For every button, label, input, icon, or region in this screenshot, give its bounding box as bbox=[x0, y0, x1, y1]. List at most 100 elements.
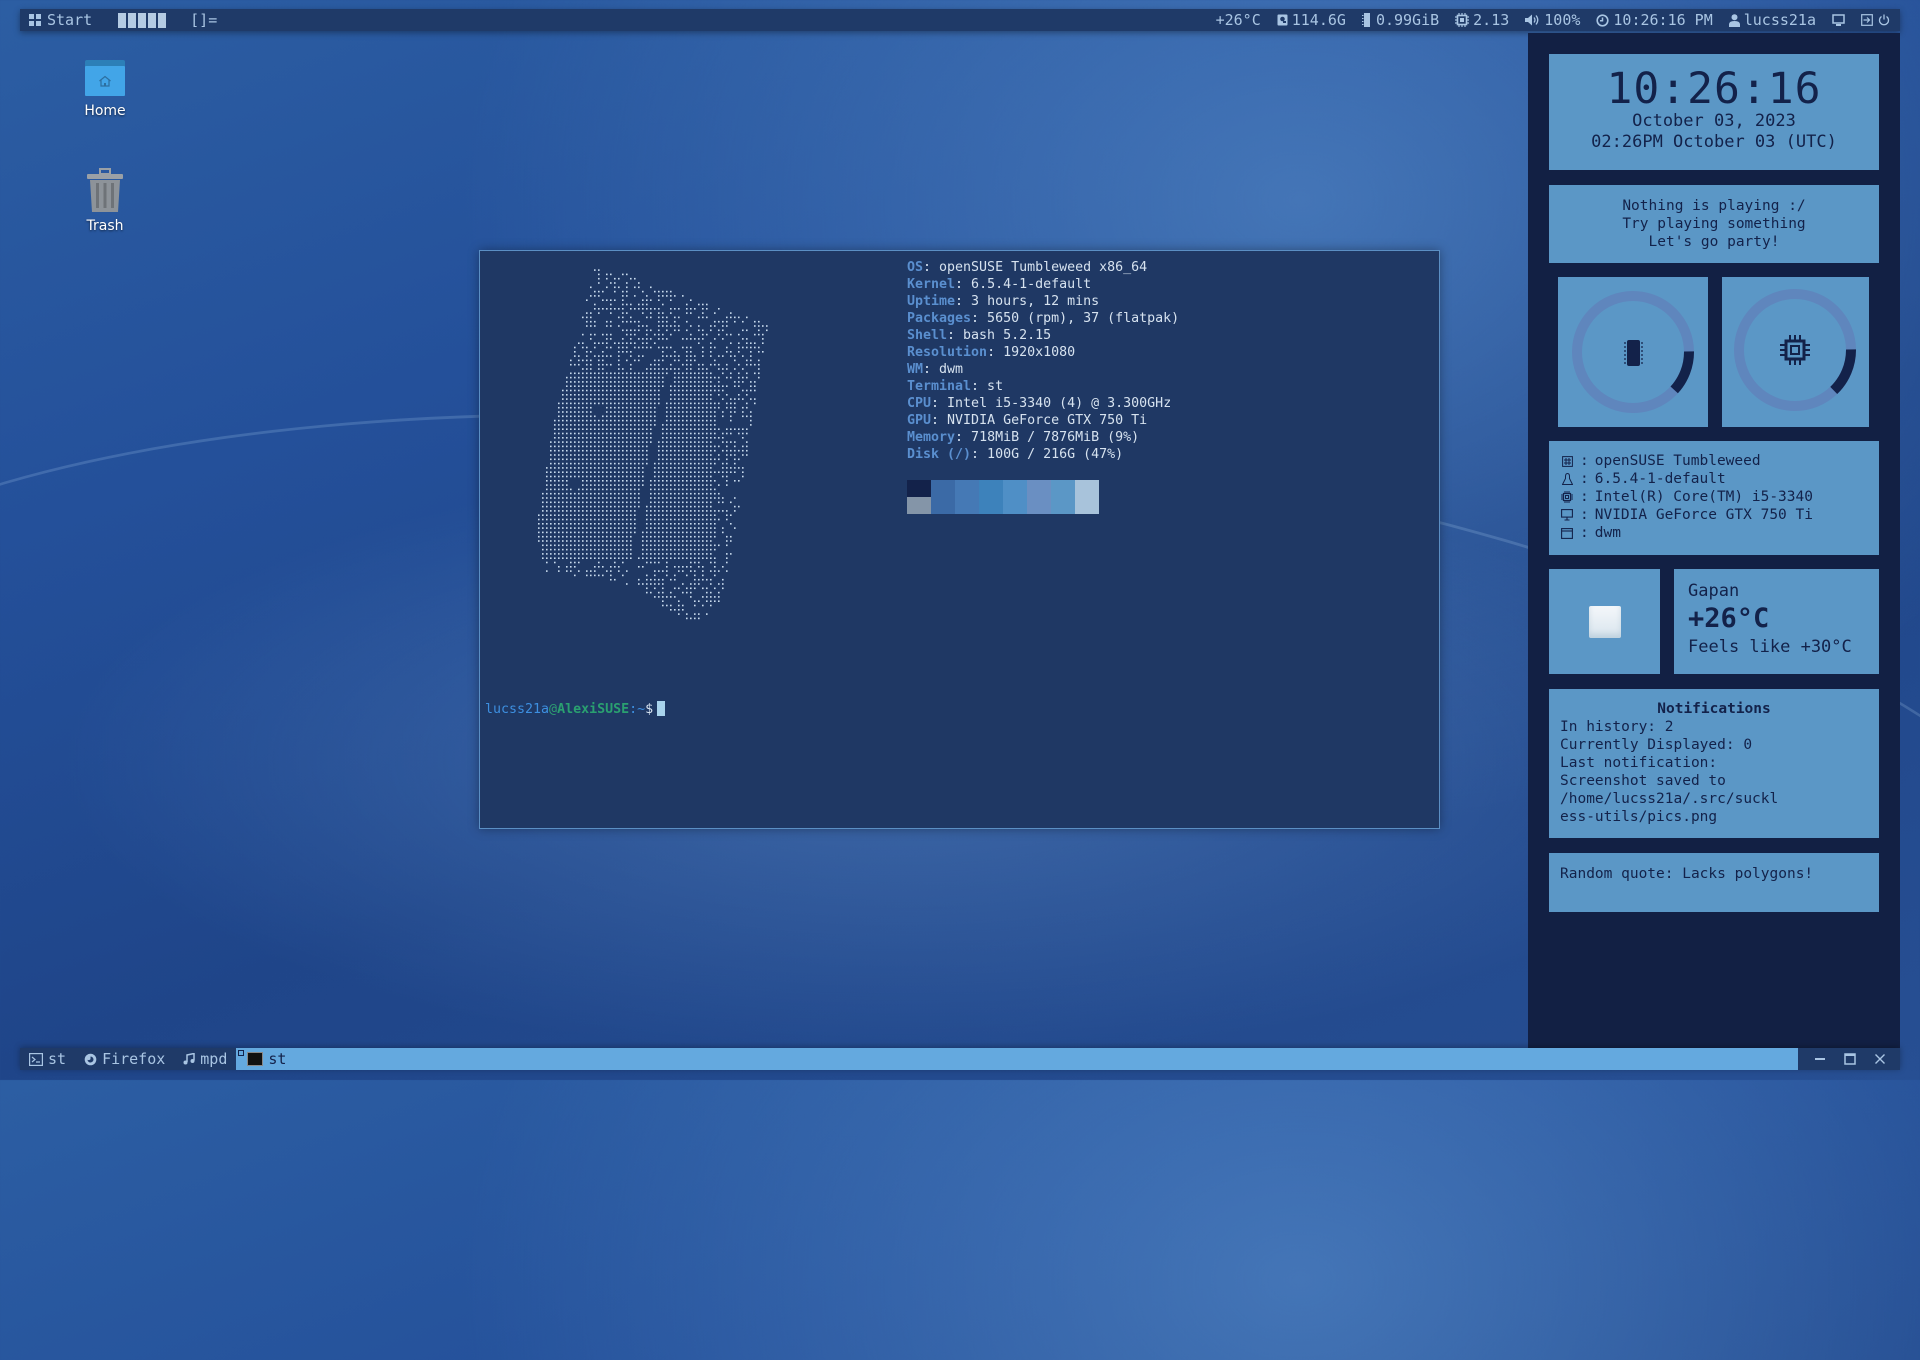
fetch-value: : st bbox=[971, 379, 1004, 394]
sysinfo-cpu: Intel(R) Core(TM) i5-3340 bbox=[1594, 489, 1813, 505]
system-info-widget: : openSUSE Tumbleweed : 6.5.4-1-default … bbox=[1549, 441, 1879, 555]
disk-value: 114.6G bbox=[1291, 11, 1346, 29]
notification-line: In history: 2 bbox=[1560, 719, 1674, 735]
random-quote: Random quote: Lacks polygons! bbox=[1560, 866, 1814, 882]
layout-indicator[interactable]: []= bbox=[190, 11, 217, 29]
window-controls bbox=[1798, 1048, 1900, 1070]
clock-widget: 10:26:16 October 03, 2023 02:26PM Octobe… bbox=[1549, 54, 1879, 170]
tag-4[interactable] bbox=[148, 12, 157, 28]
status-cpu: 2.13 bbox=[1455, 11, 1509, 29]
task-firefox[interactable]: Firefox bbox=[75, 1048, 174, 1070]
color-palette bbox=[907, 480, 1099, 514]
tag-1[interactable] bbox=[118, 12, 127, 28]
fetch-value: : 3 hours, 12 mins bbox=[955, 294, 1100, 309]
fetch-line: CPU: Intel i5-3340 (4) @ 3.300GHz bbox=[907, 395, 1179, 412]
logout-icon[interactable] bbox=[1861, 14, 1873, 26]
user-icon bbox=[1728, 13, 1740, 27]
notification-line: Currently Displayed: 0 bbox=[1560, 737, 1753, 753]
cpu-icon bbox=[1780, 335, 1810, 365]
trash-icon bbox=[87, 168, 123, 212]
power-icon[interactable] bbox=[1878, 14, 1890, 26]
desktop-icon-home[interactable]: Home bbox=[60, 60, 150, 119]
tag-2[interactable] bbox=[128, 12, 137, 28]
memory-chip-icon bbox=[1624, 340, 1643, 366]
palette-swatch bbox=[979, 480, 1003, 497]
username: lucss21a bbox=[1743, 11, 1816, 29]
linux-tux-icon bbox=[1560, 472, 1574, 486]
volume-icon bbox=[1525, 14, 1540, 26]
tag-5[interactable] bbox=[158, 12, 167, 28]
quote-widget: Random quote: Lacks polygons! bbox=[1549, 853, 1879, 912]
music-widget[interactable]: Nothing is playing :/ Try playing someth… bbox=[1549, 185, 1879, 263]
shell-prompt[interactable]: lucss21a@AlexiSUSE:~$ bbox=[485, 701, 666, 717]
notifications-title: Notifications bbox=[1657, 701, 1771, 717]
fetch-key: GPU bbox=[907, 413, 932, 428]
fetch-value: : NVIDIA GeForce GTX 750 Ti bbox=[931, 413, 1148, 428]
fetch-line: Uptime: 3 hours, 12 mins bbox=[907, 293, 1179, 310]
palette-swatch bbox=[1027, 497, 1051, 514]
palette-swatch bbox=[1003, 497, 1027, 514]
display-icon[interactable] bbox=[1832, 13, 1845, 27]
fetch-key: Uptime bbox=[907, 294, 956, 309]
text-cursor bbox=[657, 701, 666, 716]
home-folder-icon bbox=[85, 60, 125, 96]
cpu-icon bbox=[1455, 13, 1470, 27]
palette-swatch bbox=[979, 497, 1003, 514]
desktop-icon-trash[interactable]: Trash bbox=[60, 168, 150, 234]
monitor-icon bbox=[1560, 509, 1574, 521]
task-st[interactable]: st bbox=[20, 1048, 75, 1070]
notification-line: Screenshot saved to bbox=[1560, 773, 1726, 789]
status-clock: 10:26:16 PM bbox=[1596, 11, 1713, 29]
terminal-icon bbox=[29, 1052, 43, 1066]
distro-icon bbox=[1560, 455, 1574, 467]
fetch-value: : Intel i5-3340 (4) @ 3.300GHz bbox=[931, 396, 1172, 411]
close-button[interactable] bbox=[1874, 1053, 1886, 1065]
fetch-key: WM bbox=[907, 362, 924, 377]
fetch-value: : 6.5.4-1-default bbox=[955, 277, 1092, 292]
sysinfo-row: : dwm bbox=[1560, 524, 1879, 542]
music-line: Let's go party! bbox=[1648, 234, 1780, 250]
task-st-active[interactable]: st bbox=[236, 1048, 1798, 1070]
maximize-button[interactable] bbox=[1844, 1053, 1856, 1065]
start-grid-icon bbox=[29, 14, 41, 26]
cpu-icon bbox=[1560, 491, 1574, 503]
weather-widget: Gapan +26°C Feels like +30°C bbox=[1674, 569, 1879, 674]
task-mpd[interactable]: mpd bbox=[174, 1048, 236, 1070]
notifications-widget: Notifications In history: 2 Currently Di… bbox=[1549, 689, 1879, 838]
fetch-value: : 5650 (rpm), 37 (flatpak) bbox=[971, 311, 1180, 326]
fetch-line: Shell: bash 5.2.15 bbox=[907, 327, 1179, 344]
sysinfo-distro: openSUSE Tumbleweed bbox=[1594, 453, 1761, 469]
prompt-user: lucss21a bbox=[485, 702, 550, 717]
memory-icon bbox=[1361, 13, 1372, 27]
fetch-line: Packages: 5650 (rpm), 37 (flatpak) bbox=[907, 310, 1179, 327]
status-disk: 114.6G bbox=[1277, 11, 1346, 29]
dashboard-panel: 10:26:16 October 03, 2023 02:26PM Octobe… bbox=[1528, 33, 1900, 1048]
terminal-window[interactable]: OS: openSUSE Tumbleweed x86_64 Kernel: 6.… bbox=[479, 250, 1440, 829]
status-volume[interactable]: 100% bbox=[1525, 11, 1580, 29]
start-button[interactable]: Start bbox=[20, 11, 102, 29]
fetch-value: : 1920x1080 bbox=[987, 345, 1076, 360]
memory-value: 0.99GiB bbox=[1375, 11, 1440, 29]
music-line: Nothing is playing :/ bbox=[1622, 198, 1806, 214]
palette-swatch bbox=[1075, 497, 1099, 514]
top-bar: Start []= +26°C 114.6G 0.99GiB 2.13 100%… bbox=[20, 9, 1900, 31]
cpu-gauge bbox=[1722, 277, 1869, 427]
fetch-value: : 718MiB / 7876MiB (9%) bbox=[955, 430, 1140, 445]
task-label: st bbox=[268, 1050, 287, 1068]
desktop-icon-label: Trash bbox=[86, 218, 124, 234]
workspace-tags bbox=[118, 12, 167, 28]
fetch-line: Memory: 718MiB / 7876MiB (9%) bbox=[907, 429, 1179, 446]
palette-swatch bbox=[955, 497, 979, 514]
status-memory: 0.99GiB bbox=[1361, 11, 1440, 29]
sysinfo-wm: dwm bbox=[1594, 525, 1621, 541]
minimize-button[interactable] bbox=[1814, 1053, 1826, 1065]
fetch-value: : bash 5.2.15 bbox=[947, 328, 1052, 343]
status-user: lucss21a bbox=[1728, 11, 1816, 29]
tag-3[interactable] bbox=[138, 12, 147, 28]
task-label: st bbox=[48, 1050, 67, 1068]
session-controls bbox=[1861, 14, 1890, 26]
clock-utc: 02:26PM October 03 (UTC) bbox=[1591, 132, 1837, 152]
gauge-fill bbox=[1830, 349, 1856, 395]
notification-line: /home/lucss21a/.src/suckl bbox=[1560, 791, 1779, 807]
palette-swatch bbox=[955, 480, 979, 497]
